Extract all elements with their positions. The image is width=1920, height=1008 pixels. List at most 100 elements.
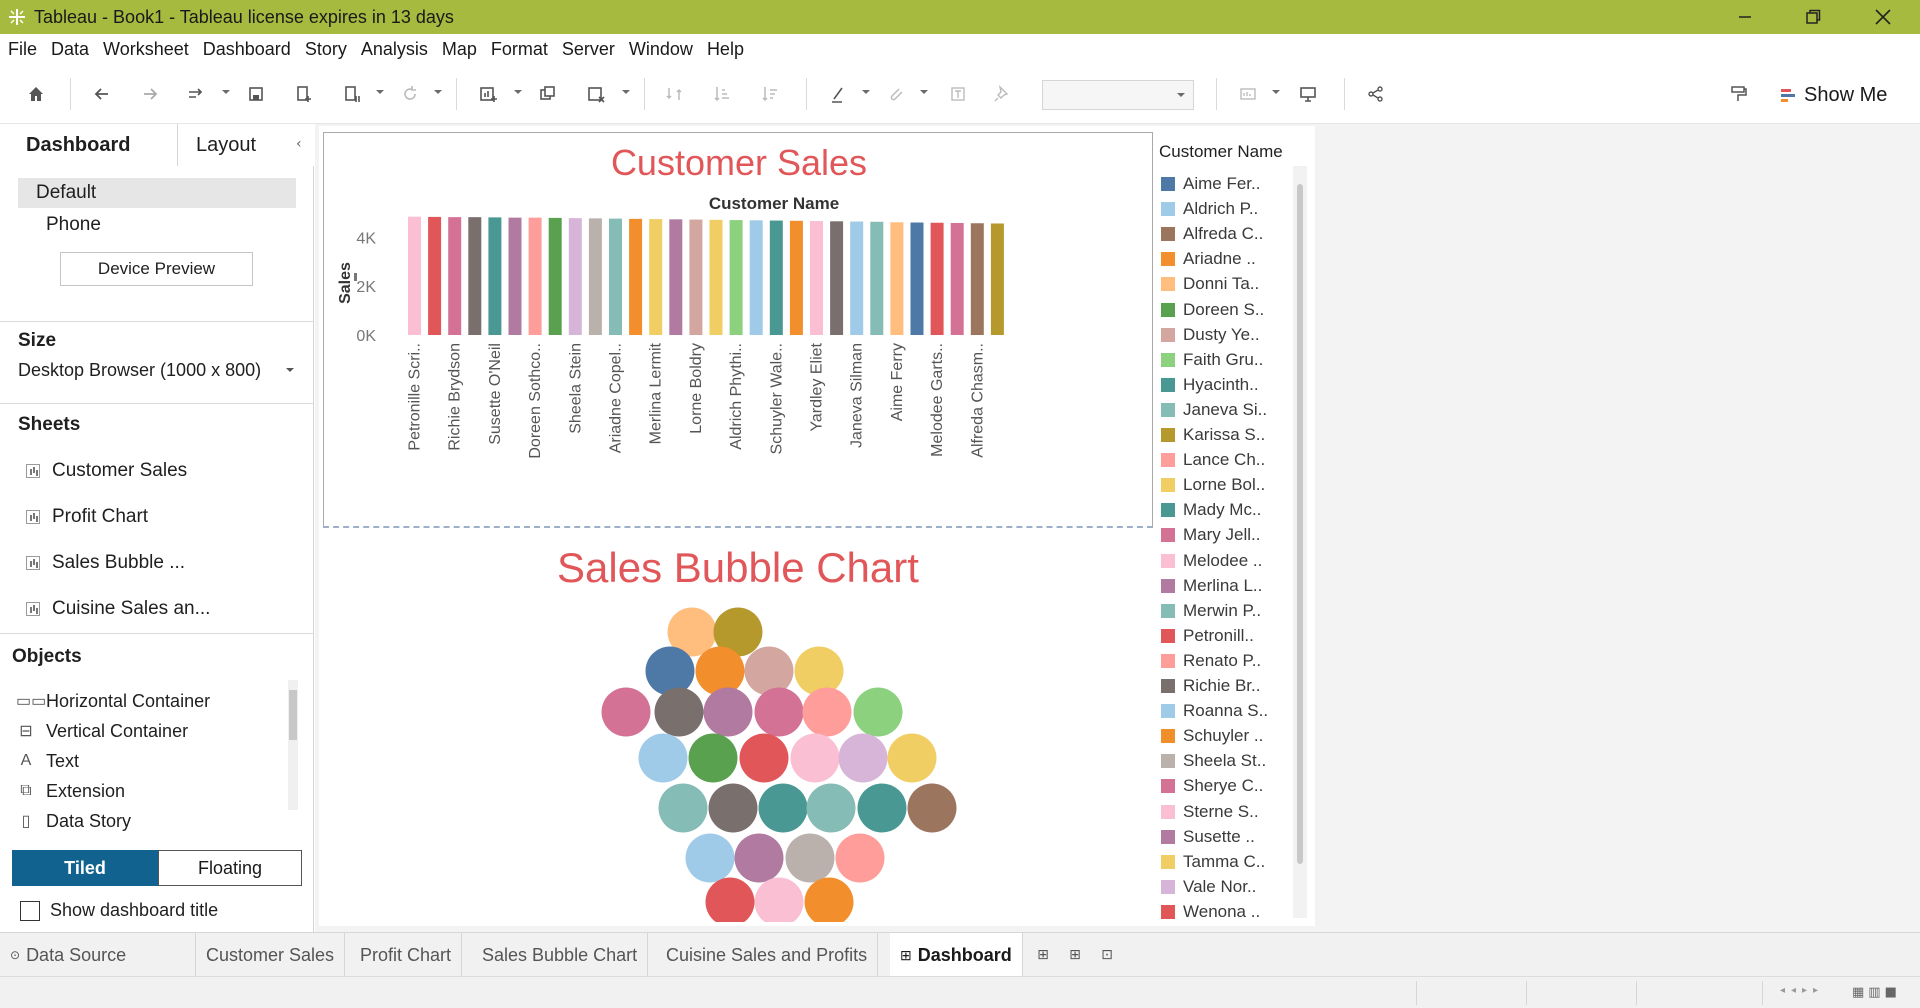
menu-format[interactable]: Format <box>491 39 548 60</box>
device-default[interactable]: Default <box>18 178 296 208</box>
tab-layout[interactable]: Layout <box>178 124 314 166</box>
tiled-button[interactable]: Tiled <box>12 850 158 886</box>
pause-updates-icon[interactable] <box>340 82 364 106</box>
legend-item[interactable]: Melodee .. <box>1161 549 1262 573</box>
tab-dashboard[interactable]: ⊞ Dashboard <box>890 933 1023 977</box>
sheet-item[interactable]: Customer Sales <box>26 456 187 486</box>
tab-customer-sales[interactable]: Customer Sales <box>196 933 346 977</box>
refresh-icon[interactable] <box>398 82 422 106</box>
fit-select[interactable] <box>1042 80 1194 110</box>
legend-item[interactable]: Ariadne .. <box>1161 247 1256 271</box>
redo-icon[interactable] <box>138 82 162 106</box>
new-worksheet-icon[interactable] <box>476 82 500 106</box>
legend-item[interactable]: Sterne S.. <box>1161 800 1259 824</box>
legend-item[interactable]: Merwin P.. <box>1161 599 1261 623</box>
duplicate-icon[interactable] <box>536 82 560 106</box>
format-painter-icon[interactable] <box>1726 82 1750 106</box>
legend-item[interactable]: Lance Ch.. <box>1161 448 1265 472</box>
menu-server[interactable]: Server <box>562 39 615 60</box>
new-worksheet-dropdown-icon[interactable] <box>514 90 522 94</box>
sort-ascending-icon[interactable] <box>710 82 734 106</box>
legend-item[interactable]: Roanna S.. <box>1161 699 1268 723</box>
new-story-icon[interactable]: ⊡ <box>1096 945 1118 965</box>
minimize-icon[interactable] <box>1716 0 1774 34</box>
legend-item[interactable]: Aime Fer.. <box>1161 172 1260 196</box>
legend-item[interactable]: Mady Mc.. <box>1161 498 1261 522</box>
legend-item[interactable]: Karissa S.. <box>1161 423 1265 447</box>
restore-icon[interactable] <box>1784 0 1842 34</box>
show-dashboard-title-checkbox[interactable]: Show dashboard title <box>20 900 218 921</box>
show-cards-dropdown-icon[interactable] <box>1272 90 1280 94</box>
menu-help[interactable]: Help <box>707 39 744 60</box>
save-icon[interactable] <box>244 82 268 106</box>
swap-icon[interactable] <box>662 82 686 106</box>
highlight-icon[interactable] <box>826 82 850 106</box>
clear-icon[interactable] <box>584 82 608 106</box>
legend-item[interactable]: Schuyler .. <box>1161 724 1263 748</box>
legend-item[interactable]: Sheela St.. <box>1161 749 1266 773</box>
tab-data-source[interactable]: ⊙ Data Source <box>0 933 196 977</box>
menu-window[interactable]: Window <box>629 39 693 60</box>
menu-story[interactable]: Story <box>305 39 347 60</box>
share-icon[interactable] <box>1364 82 1388 106</box>
show-cards-icon[interactable] <box>1236 82 1260 106</box>
customer-sales-sheet[interactable]: Customer Sales Customer Name Sales 0K 2K 4… <box>323 132 1153 528</box>
group-dropdown-icon[interactable] <box>920 90 928 94</box>
object-data-story[interactable]: ▯ Data Story <box>16 808 131 834</box>
tab-cuisine-sales-and-profits[interactable]: Cuisine Sales and Profits <box>656 933 879 977</box>
menu-file[interactable]: File <box>8 39 37 60</box>
new-data-source-icon[interactable] <box>292 82 316 106</box>
menu-worksheet[interactable]: Worksheet <box>103 39 189 60</box>
menu-data[interactable]: Data <box>51 39 89 60</box>
new-dashboard-icon[interactable]: ⊞ <box>1064 945 1086 965</box>
label-icon[interactable] <box>946 82 970 106</box>
object-extension[interactable]: ⧉ Extension <box>16 778 125 804</box>
customer-sales-chart[interactable]: Customer Sales Customer Name Sales 0K 2K 4… <box>324 133 1154 527</box>
menu-analysis[interactable]: Analysis <box>361 39 428 60</box>
legend-item[interactable]: Tamma C.. <box>1161 850 1265 874</box>
legend-item[interactable]: Dusty Ye.. <box>1161 323 1260 347</box>
object-text[interactable]: A Text <box>16 748 79 774</box>
object-horizontal-container[interactable]: ▭▭ Horizontal Container <box>16 688 210 714</box>
legend-item[interactable]: Wenona .. <box>1161 900 1260 924</box>
sales-bubble-chart[interactable]: Sales Bubble Chart <box>323 530 1153 922</box>
home-icon[interactable] <box>24 82 48 106</box>
tab-dashboard[interactable]: Dashboard <box>0 124 178 166</box>
legend-item[interactable]: Sherye C.. <box>1161 774 1263 798</box>
sort-descending-icon[interactable] <box>758 82 782 106</box>
presentation-icon[interactable] <box>1296 82 1320 106</box>
new-worksheet-icon[interactable]: ⊞ <box>1032 945 1054 965</box>
close-icon[interactable] <box>1854 0 1912 34</box>
legend-item[interactable]: Janeva Si.. <box>1161 398 1267 422</box>
sheet-navigation-icon[interactable]: ◂◂▸▸ <box>1780 985 1824 996</box>
scroll-thumb[interactable] <box>1297 184 1303 864</box>
legend-item[interactable]: Aldrich P.. <box>1161 197 1258 221</box>
object-vertical-container[interactable]: ⊟ Vertical Container <box>16 718 188 744</box>
legend-item[interactable]: Alfreda C.. <box>1161 222 1263 246</box>
legend-item[interactable]: Mary Jell.. <box>1161 523 1260 547</box>
checkbox[interactable] <box>20 900 40 921</box>
legend-scrollbar[interactable] <box>1293 166 1307 918</box>
show-me-button[interactable]: Show Me <box>1780 82 1887 108</box>
pause-dropdown-icon[interactable] <box>376 90 384 94</box>
scroll-thumb[interactable] <box>289 690 297 740</box>
legend-item[interactable]: Donni Ta.. <box>1161 272 1259 296</box>
highlight-dropdown-icon[interactable] <box>862 90 870 94</box>
device-phone[interactable]: Phone <box>46 210 101 240</box>
collapse-pane-icon[interactable]: ‹ <box>296 136 302 152</box>
legend-item[interactable]: Susette .. <box>1161 825 1255 849</box>
refresh-dropdown-icon[interactable] <box>434 90 442 94</box>
replay-dropdown-icon[interactable] <box>222 90 230 94</box>
clear-dropdown-icon[interactable] <box>622 90 630 94</box>
sheet-item[interactable]: Profit Chart <box>26 502 148 532</box>
legend-item[interactable]: Lorne Bol.. <box>1161 473 1265 497</box>
group-icon[interactable] <box>884 82 908 106</box>
legend-item[interactable]: Faith Gru.. <box>1161 348 1263 372</box>
legend-item[interactable]: Hyacinth.. <box>1161 373 1259 397</box>
size-select[interactable]: Desktop Browser (1000 x 800) <box>18 356 298 384</box>
legend-item[interactable]: Vale Nor.. <box>1161 875 1256 899</box>
tab-profit-chart[interactable]: Profit Chart <box>350 933 463 977</box>
tab-sales-bubble-chart[interactable]: Sales Bubble Chart <box>472 933 649 977</box>
menu-map[interactable]: Map <box>442 39 477 60</box>
objects-scrollbar[interactable] <box>288 680 298 810</box>
